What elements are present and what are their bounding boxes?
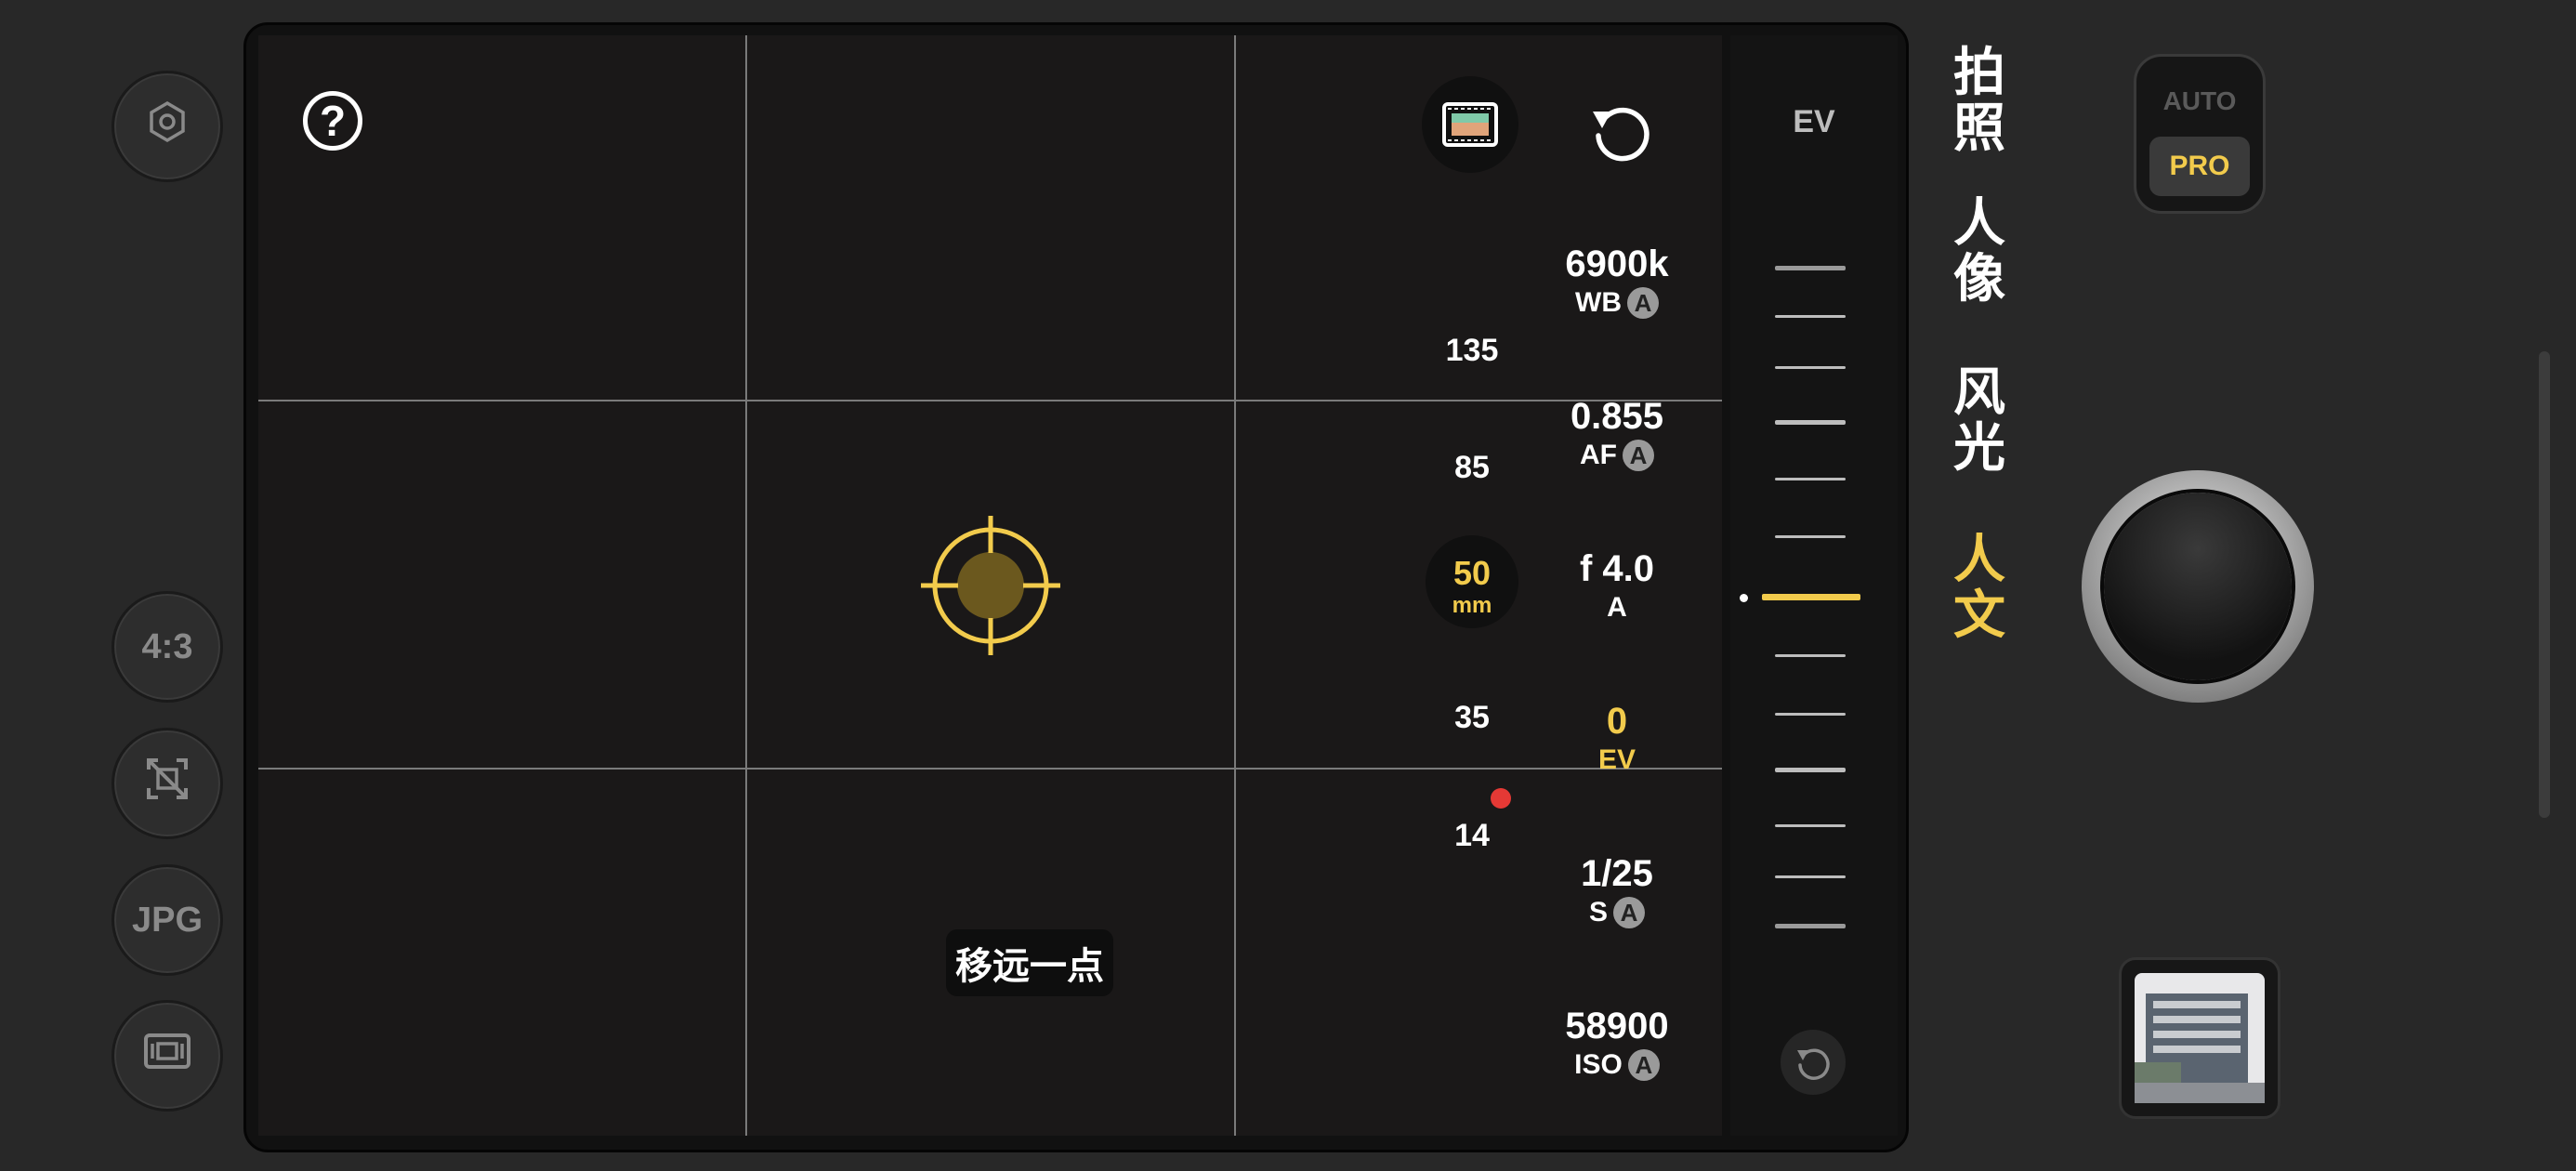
viewfinder[interactable]: ? 移远一点 135 85 50 mm 35 14 6900k WB A 0.8… <box>258 35 1722 1136</box>
aperture-label: A <box>1607 592 1627 623</box>
grid-line <box>745 35 747 1136</box>
help-icon: ? <box>319 97 347 145</box>
focal-50-selected[interactable]: 50 mm <box>1426 535 1518 628</box>
rotate-icon <box>1797 1048 1830 1080</box>
ev-tick <box>1775 535 1846 538</box>
ev-tick <box>1775 824 1846 827</box>
ev-label: EV <box>1597 744 1636 775</box>
focal-135[interactable]: 135 <box>1426 333 1518 369</box>
filter-button[interactable] <box>1422 76 1518 173</box>
aperture-control[interactable]: f 4.0 A <box>1533 548 1701 624</box>
wb-label: WB <box>1575 287 1622 318</box>
rotate-icon <box>1593 107 1649 162</box>
focal-14[interactable]: 14 <box>1426 818 1518 854</box>
auto-badge: A <box>1613 897 1645 928</box>
ev-value: 0 <box>1606 701 1628 742</box>
iso-label: ISO <box>1574 1049 1623 1080</box>
ev-tick <box>1775 315 1846 318</box>
crosshair-icon <box>921 516 1060 655</box>
frame-guide-icon <box>143 1033 191 1079</box>
shutter-control[interactable]: 1/25 SA <box>1533 853 1701 928</box>
ev-tick <box>1775 924 1846 928</box>
ev-strip-title: EV <box>1793 104 1835 139</box>
grid-line <box>258 768 1722 770</box>
grid-off-icon <box>143 755 191 812</box>
grid-off-button[interactable] <box>112 728 223 839</box>
aperture-value: f 4.0 <box>1579 548 1655 589</box>
ev-indicator[interactable] <box>1762 594 1860 600</box>
settings-button[interactable] <box>112 71 223 182</box>
auto-label[interactable]: AUTO <box>2149 73 2250 129</box>
ev-tick <box>1775 366 1846 369</box>
wb-control[interactable]: 6900k WB A <box>1533 243 1701 319</box>
mode-landscape[interactable]: 风光 <box>1947 364 2012 476</box>
iso-control[interactable]: 58900 ISO A <box>1533 1006 1701 1081</box>
af-label: AF <box>1580 440 1617 470</box>
ev-tick <box>1775 266 1846 270</box>
af-control[interactable]: 0.855 AF A <box>1533 396 1701 471</box>
gallery-thumbnail[interactable] <box>2119 957 2280 1119</box>
scrollbar[interactable] <box>2539 351 2550 818</box>
mode-portrait[interactable]: 人像 <box>1947 195 2012 307</box>
ev-tick <box>1775 768 1846 772</box>
shutter-value: 1/25 <box>1581 853 1653 894</box>
grid-line <box>1234 35 1236 1136</box>
auto-pro-toggle[interactable]: AUTO PRO <box>2134 54 2266 214</box>
iso-value: 58900 <box>1565 1006 1669 1046</box>
photo-thumbnail-image <box>2135 973 2265 1103</box>
focal-35[interactable]: 35 <box>1426 700 1518 736</box>
reset-button[interactable] <box>1587 99 1654 165</box>
shutter-inner <box>2104 493 2292 680</box>
ev-tick <box>1775 478 1846 480</box>
ev-tick <box>1775 713 1846 716</box>
auto-badge: A <box>1627 1049 1660 1081</box>
aspect-ratio-label: 4:3 <box>141 626 193 666</box>
mode-humanities-active[interactable]: 人文 <box>1947 532 2012 643</box>
focus-reticle[interactable] <box>921 516 1060 655</box>
auto-badge: A <box>1623 440 1654 471</box>
ev-tick <box>1775 875 1846 878</box>
aspect-ratio-button[interactable]: 4:3 <box>112 591 223 703</box>
ev-zero-dot <box>1740 594 1748 602</box>
focal-85[interactable]: 85 <box>1426 450 1518 486</box>
auto-badge: A <box>1626 287 1659 319</box>
af-value: 0.855 <box>1570 396 1664 437</box>
ev-tick <box>1775 420 1846 425</box>
ev-tick <box>1775 654 1846 657</box>
format-label: JPG <box>131 900 204 940</box>
hexagon-settings-icon <box>146 100 189 152</box>
shutter-label: S <box>1588 897 1608 928</box>
hint-toast: 移远一点 <box>946 929 1113 996</box>
ev-control[interactable]: 0 EV <box>1533 701 1701 776</box>
focal-50-label: 50 <box>1452 554 1492 592</box>
grid-line <box>258 400 1722 401</box>
focal-unit: mm <box>1452 593 1492 618</box>
frame-guide-button[interactable] <box>112 1000 223 1112</box>
ev-reset-button[interactable] <box>1781 1030 1846 1095</box>
help-button[interactable]: ? <box>303 91 362 151</box>
pro-label[interactable]: PRO <box>2149 137 2250 196</box>
wb-value: 6900k <box>1565 243 1669 284</box>
mode-photo[interactable]: 拍照 <box>1947 45 2012 156</box>
shutter-button[interactable] <box>2082 470 2314 703</box>
format-button[interactable]: JPG <box>112 864 223 976</box>
ev-slider[interactable]: EV <box>1730 35 1898 1136</box>
film-icon <box>1442 102 1498 147</box>
record-dot <box>1491 788 1511 809</box>
